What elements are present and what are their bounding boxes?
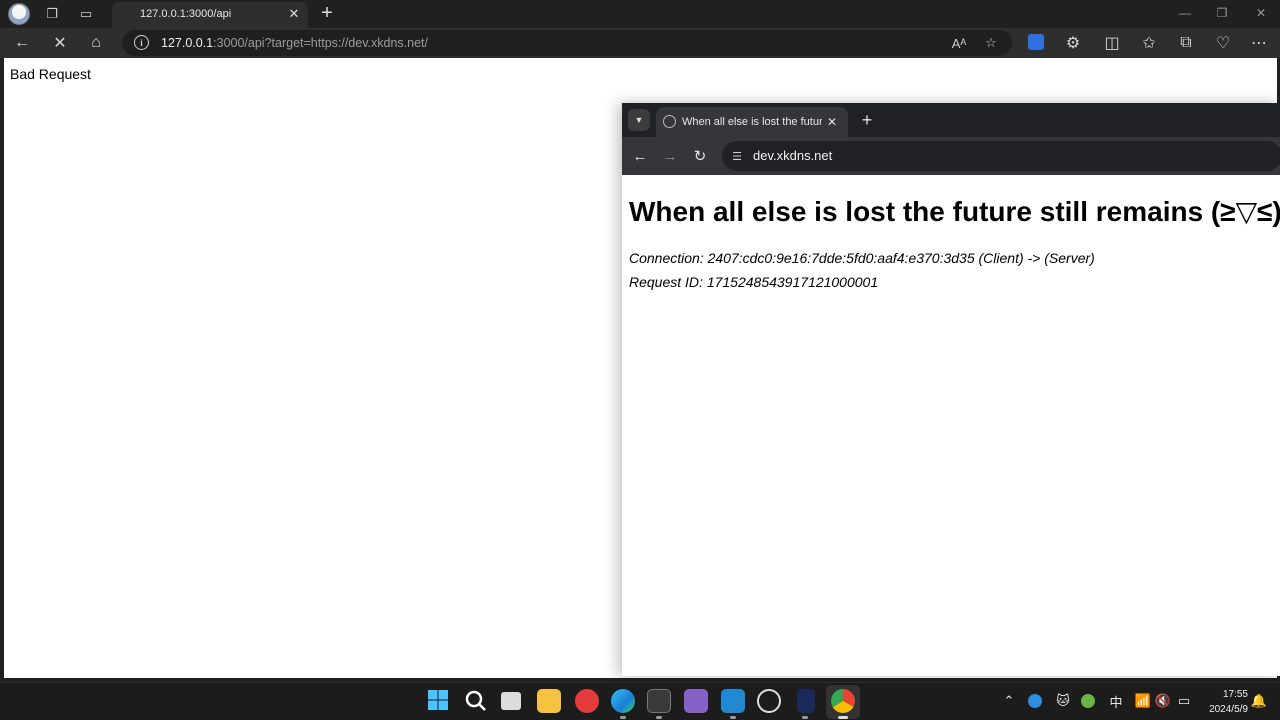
reload-icon[interactable]: ↻: [690, 146, 710, 166]
start-icon[interactable]: [427, 689, 451, 713]
collections-icon[interactable]: ⧉: [1174, 32, 1198, 54]
profile-icon[interactable]: [8, 3, 30, 25]
running-indicator: [656, 716, 662, 719]
close-icon[interactable]: ✕: [824, 114, 840, 130]
tab-actions-icon[interactable]: ▭: [76, 4, 96, 24]
edge-tab-active[interactable]: 127.0.0.1:3000/api ✕: [112, 2, 308, 28]
address-bar[interactable]: i 127.0.0.1:3000/api?target=https://dev.…: [122, 30, 1012, 56]
url-host: 127.0.0.1: [161, 36, 214, 50]
cat-tray-icon[interactable]: 🐱: [1054, 692, 1072, 710]
running-indicator: [838, 716, 848, 719]
running-indicator: [730, 716, 736, 719]
favorite-star-icon[interactable]: ☆: [980, 33, 1002, 53]
volume-muted-icon[interactable]: 🔇: [1154, 692, 1172, 710]
running-indicator: [620, 716, 626, 719]
more-icon[interactable]: ⋯: [1247, 32, 1271, 54]
tray-app-green-icon[interactable]: [1081, 694, 1095, 708]
favorites-icon[interactable]: ✩: [1137, 32, 1161, 54]
edge-icon[interactable]: [611, 689, 635, 713]
extensions-icon[interactable]: ⚙: [1061, 32, 1085, 54]
chrome-tab-strip: ▼ When all else is lost the future still…: [622, 103, 1280, 137]
window-close-icon[interactable]: ✕: [1246, 4, 1276, 22]
chrome-tab-active[interactable]: When all else is lost the future still r…: [656, 107, 848, 137]
browser-essentials-icon[interactable]: ♡: [1211, 32, 1235, 54]
page-heading: When all else is lost the future still r…: [629, 196, 1280, 227]
edge-toolbar: ← ✕ ⌂ i 127.0.0.1:3000/api?target=https:…: [0, 28, 1280, 58]
omnibox-url[interactable]: dev.xkdns.net: [753, 148, 832, 163]
taskbar: ⌃ 🐱 中 📶 🔇 ▭ 17:55 2024/5/9 🔔: [0, 682, 1280, 720]
search-icon[interactable]: [464, 689, 488, 713]
info-icon[interactable]: i: [134, 35, 149, 50]
url-path: :3000/api?target=https://dev.xkdns.net/: [213, 36, 428, 50]
site-info-icon[interactable]: ☰: [730, 149, 744, 163]
edge-tab-strip: ❐ ▭ 127.0.0.1:3000/api ✕ + — ❐ ✕: [0, 0, 1280, 28]
vscode-icon[interactable]: [721, 689, 745, 713]
back-icon[interactable]: ←: [630, 146, 650, 166]
minimize-icon[interactable]: —: [1170, 4, 1200, 22]
battery-icon[interactable]: ▭: [1175, 692, 1193, 710]
workspaces-icon[interactable]: ❐: [42, 4, 62, 24]
chrome-icon[interactable]: [831, 689, 855, 713]
app-blue-icon[interactable]: [797, 689, 815, 713]
stop-loading-icon[interactable]: ✕: [48, 32, 72, 54]
maximize-icon[interactable]: ❐: [1207, 4, 1237, 22]
omnibox[interactable]: ☰ dev.xkdns.net: [722, 141, 1280, 171]
forward-icon[interactable]: →: [660, 146, 680, 166]
home-icon[interactable]: ⌂: [84, 32, 108, 54]
tray-app-icon[interactable]: [1028, 694, 1042, 708]
connection-text: Connection: 2407:cdc0:9e16:7dde:5fd0:aaf…: [629, 250, 1095, 266]
new-tab-icon[interactable]: +: [316, 2, 338, 24]
chrome-tab-title: When all else is lost the future still r…: [682, 116, 822, 128]
address-url[interactable]: 127.0.0.1:3000/api?target=https://dev.xk…: [161, 36, 428, 50]
ime-indicator[interactable]: 中: [1107, 692, 1125, 710]
edge-tab-title: 127.0.0.1:3000/api: [140, 8, 232, 20]
wifi-icon[interactable]: 📶: [1134, 692, 1152, 710]
terminal-icon[interactable]: [647, 689, 671, 713]
back-icon[interactable]: ←: [10, 32, 34, 54]
netease-music-icon[interactable]: [575, 689, 599, 713]
request-id-text: Request ID: 1715248543917121000001: [629, 274, 879, 290]
extension-icon[interactable]: [1028, 34, 1044, 50]
tab-search-icon[interactable]: ▼: [628, 109, 650, 131]
file-explorer-icon[interactable]: [537, 689, 561, 713]
new-tab-icon[interactable]: +: [856, 109, 878, 131]
globe-icon: [663, 115, 676, 128]
task-view-icon[interactable]: [501, 692, 521, 710]
split-screen-icon[interactable]: ◫: [1100, 32, 1124, 54]
close-icon[interactable]: ✕: [286, 6, 302, 22]
chrome-window: ▼ When all else is lost the future still…: [622, 103, 1280, 676]
clock-time: 17:55: [1222, 689, 1248, 700]
read-aloud-icon[interactable]: Aᴬ: [948, 33, 970, 53]
notification-bell-icon[interactable]: 🔔: [1250, 692, 1268, 710]
error-message: Bad Request: [10, 66, 91, 82]
chevron-up-icon[interactable]: ⌃: [1000, 692, 1018, 710]
chrome-page-content: When all else is lost the future still r…: [622, 175, 1280, 676]
visual-studio-icon[interactable]: [684, 689, 708, 713]
clock-date: 2024/5/9: [1209, 704, 1248, 715]
clock[interactable]: 17:55 2024/5/9: [1196, 687, 1248, 717]
running-indicator: [802, 716, 808, 719]
obs-icon[interactable]: [757, 689, 781, 713]
chrome-toolbar: ← → ↻ ☰ dev.xkdns.net: [622, 137, 1280, 175]
